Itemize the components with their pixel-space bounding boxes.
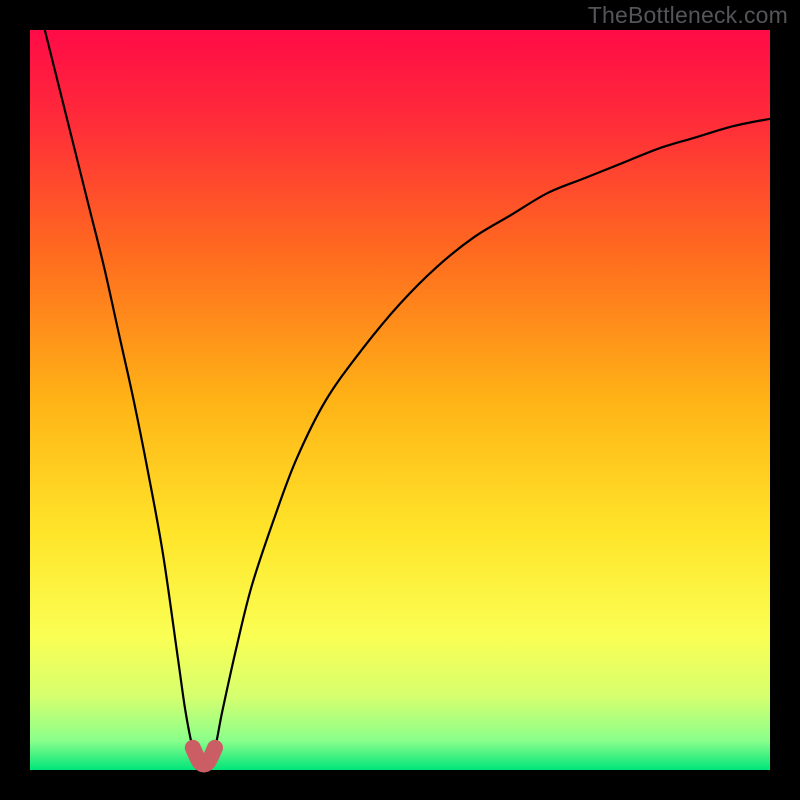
watermark-label: TheBottleneck.com [588,2,788,29]
plot-background [30,30,770,770]
chart-frame: TheBottleneck.com [0,0,800,800]
bottleneck-chart [0,0,800,800]
